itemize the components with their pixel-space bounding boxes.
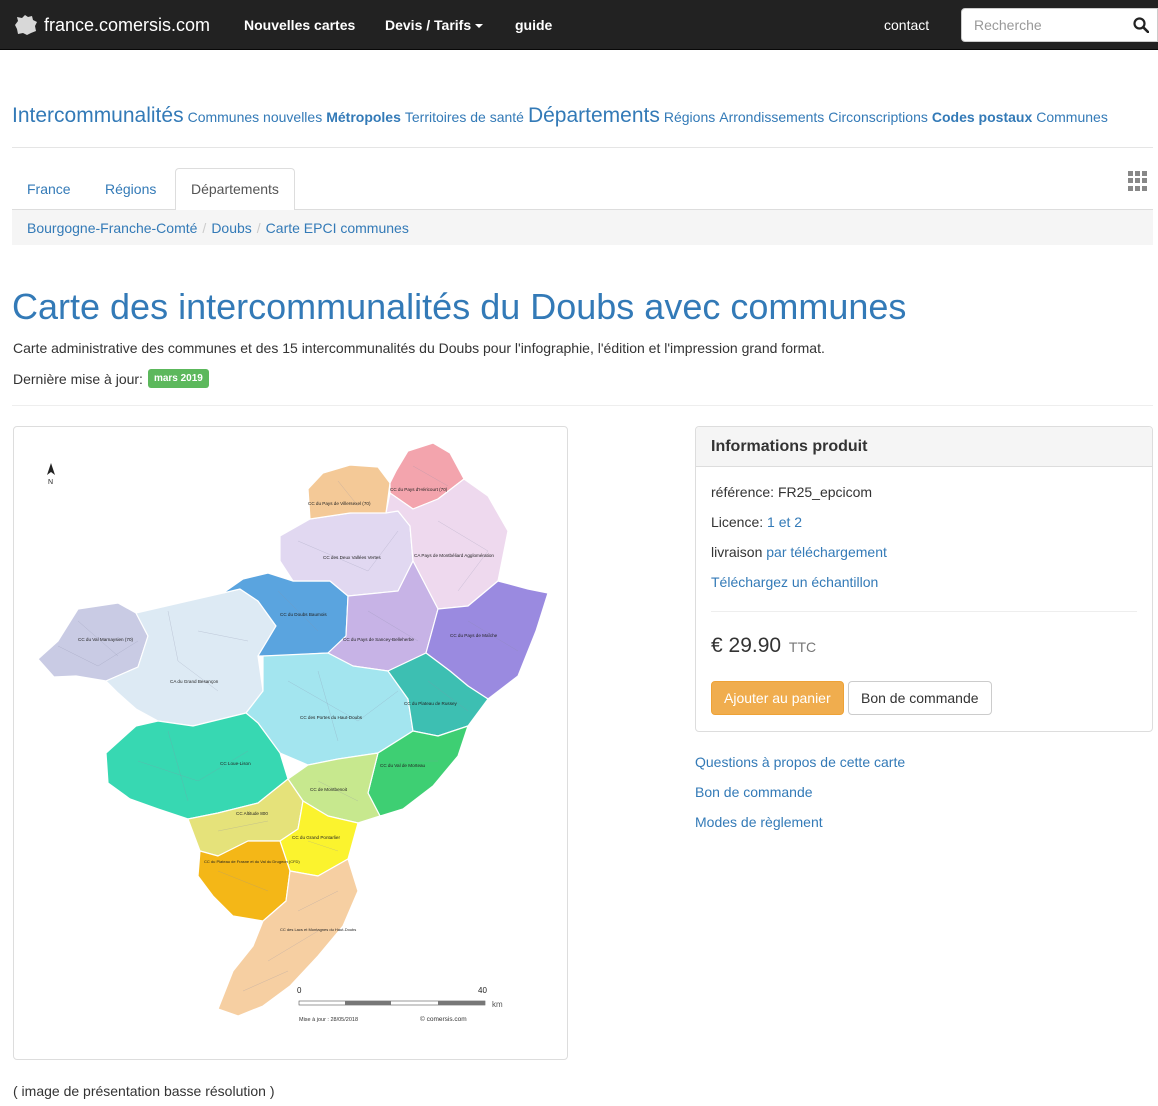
reference-value: FR25_epcicom [777,484,873,500]
map-label-besancon: CA du Grand Besançon [170,679,219,684]
image-caption: ( image de présentation basse résolution… [13,1083,275,1099]
search-icon [1132,17,1149,33]
divider [12,147,1153,148]
price-suffix: TTC [788,639,817,655]
add-to-cart-button[interactable]: Ajouter au panier [711,681,844,715]
map-label-montbenoit: CC de Montbenoit [310,787,348,792]
search-input[interactable] [961,8,1125,42]
panel-heading: Informations produit [696,427,1152,467]
map-label-morteau: CC du Val de Morteau [380,763,426,768]
tab-france[interactable]: France [12,168,86,210]
nav-contact[interactable]: contact [884,17,929,33]
update-label: Dernière mise à jour: [13,370,143,387]
category-link-5[interactable]: Régions [664,109,715,125]
product-reference: référence: FR25_epcicom [711,484,872,500]
tab-departements[interactable]: Départements [175,168,295,211]
map-label-altitude: CC Altitude 800 [236,811,268,816]
brand-link[interactable]: france.comersis.com [14,12,210,38]
payment-methods-link[interactable]: Modes de règlement [695,814,823,830]
product-delivery: livraison par téléchargement [711,544,887,560]
map-label-marnaysien: CC du Val Marnaysien (70) [78,637,134,642]
delivery-label: livraison [711,544,763,560]
download-sample-link[interactable]: Téléchargez un échantillon [711,574,878,590]
questions-link[interactable]: Questions à propos de cette carte [695,754,905,770]
france-logo-icon [15,15,37,35]
order-form-link[interactable]: Bon de commande [695,784,813,800]
category-links: Intercommunalités Communes nouvelles Métro… [12,100,1152,133]
grid-menu-icon[interactable] [1128,171,1148,191]
map-thumbnail[interactable]: N CC du Pays de Villersexel (70) CC du P… [13,426,568,1060]
divider [12,405,1153,406]
product-info-panel: Informations produit référence: FR25_epc… [695,426,1153,732]
breadcrumb-department[interactable]: Doubs [211,220,251,236]
page-description: Carte administrative des communes et des… [13,340,825,356]
category-link-2[interactable]: Métropoles [326,109,401,125]
breadcrumb-region[interactable]: Bourgogne-Franche-Comté [27,220,197,236]
product-price: € 29.90 TTC [711,634,816,658]
caret-down-icon [475,24,484,29]
breadcrumb-separator: / [202,219,207,236]
top-navbar: france.comersis.com Nouvelles cartes Dev… [0,0,1158,50]
category-link-9[interactable]: Communes [1036,109,1108,125]
update-date-badge: mars 2019 [147,369,209,388]
reference-label: référence: [711,484,775,500]
breadcrumb: Bourgogne-Franche-Comté / Doubs / Carte … [12,210,1153,245]
category-link-6[interactable]: Arrondissements [719,109,824,125]
tab-regions[interactable]: Régions [90,168,171,210]
licence-label: Licence: [711,514,764,530]
licence-link[interactable]: 1 et 2 [767,514,802,530]
map-label-russey: CC du Plateau de Russey [404,701,458,706]
search-button[interactable] [1124,8,1158,42]
scale-start: 0 [297,986,302,995]
map-copyright: © comersis.com [420,1015,467,1023]
region-tabs: France Régions Départements [12,168,1153,211]
map-label-pontarlier: CC du Grand Pontarlier [292,835,340,840]
map-label-loue-lison: CC Loue-Lison [220,761,251,766]
map-label-lacs: CC des Lacs et Montagnes du Haut-Doubs [280,927,356,932]
divider [711,611,1137,612]
nav-devis-tarifs[interactable]: Devis / Tarifs [385,17,484,33]
nav-devis-tarifs-label: Devis / Tarifs [385,17,472,33]
category-link-4[interactable]: Départements [528,104,660,127]
map-label-portes: CC des Portes du Haut-Doubs [300,715,363,720]
category-link-3[interactable]: Territoires de santé [405,109,524,125]
price-value: € 29.90 [711,634,782,657]
nav-guide[interactable]: guide [515,17,552,33]
breadcrumb-current[interactable]: Carte EPCI communes [266,220,409,236]
doubs-epci-map: N CC du Pays de Villersexel (70) CC du P… [37,442,549,1023]
map-label-montbeliard: CA Pays de Montbéliard Agglomération [414,553,494,558]
page-title: Carte des intercommunalités du Doubs ave… [12,286,907,327]
brand-name: france.comersis.com [44,14,211,35]
scale-end: 40 [478,986,487,995]
category-link-8[interactable]: Codes postaux [932,109,1032,125]
map-label-hericourt: CC du Pays d'Héricourt (70) [390,487,448,492]
category-link-0[interactable]: Intercommunalités [12,104,184,127]
map-scale-bar: 0 40 km Mise à jour : 28/05/2018 © comer… [297,986,503,1023]
nav-nouvelles-cartes[interactable]: Nouvelles cartes [244,17,355,33]
map-label-baumois: CC du Doubs Baumois [280,612,327,617]
north-label: N [48,479,53,486]
map-date-note: Mise à jour : 28/05/2018 [299,1017,358,1023]
order-form-button[interactable]: Bon de commande [848,681,992,715]
map-label-frasne: CC du Plateau de Frasne et du Val du Dru… [204,859,300,864]
last-update: Dernière mise à jour: mars 2019 [13,369,209,388]
map-label-villersexel: CC du Pays de Villersexel (70) [308,501,371,506]
breadcrumb-separator: / [256,219,261,236]
map-label-maiche: CC du Pays de Maîche [450,633,498,638]
delivery-link[interactable]: par téléchargement [766,544,887,560]
product-licence: Licence: 1 et 2 [711,514,802,530]
map-label-sancey: CC du Pays de Sancey-Belleherbe [343,637,414,642]
category-link-7[interactable]: Circonscriptions [828,109,928,125]
category-link-1[interactable]: Communes nouvelles [188,109,323,125]
north-arrow-icon: N [47,463,55,486]
map-label-deux-vallees: CC des Deux Vallées Vertes [323,555,381,560]
map-region-villersexel [307,464,391,520]
scale-unit: km [492,1000,503,1009]
